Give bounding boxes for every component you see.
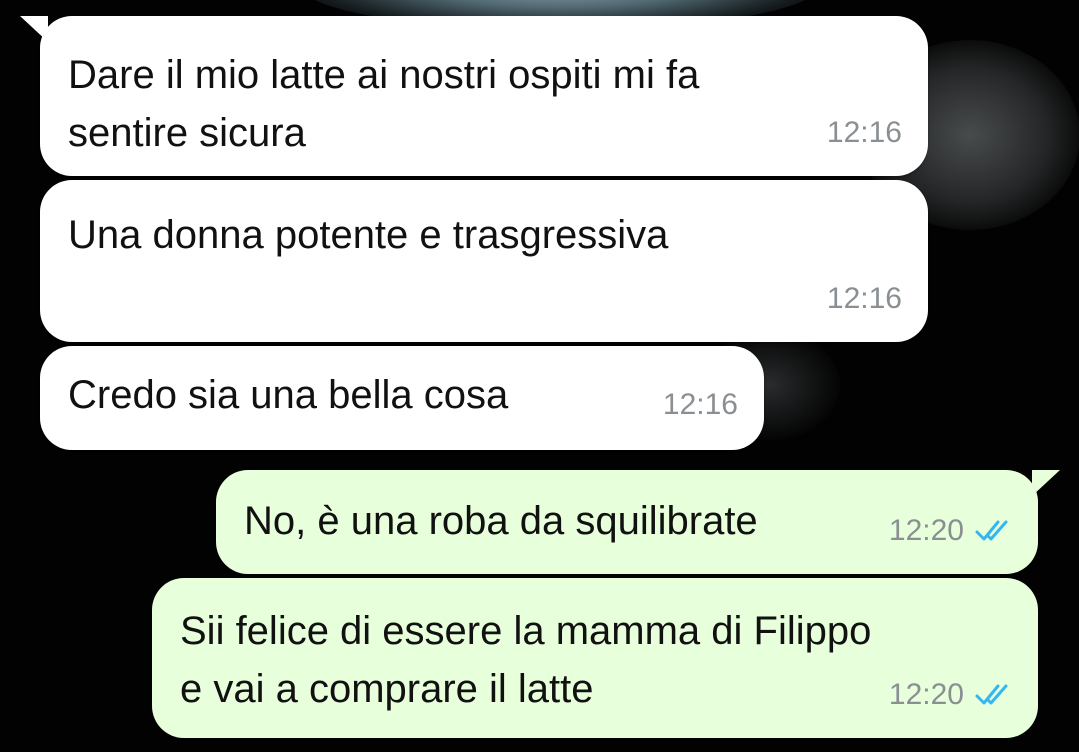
message-text: Sii felice di essere la mamma di Filippo… bbox=[180, 609, 872, 711]
incoming-message-bubble[interactable]: Dare il mio latte ai nostri ospiti mi fa… bbox=[40, 16, 928, 176]
message-text: Una donna potente e trasgressiva bbox=[68, 213, 669, 257]
message-timestamp: 12:16 bbox=[826, 282, 902, 315]
message-timestamp: 12:16 bbox=[826, 116, 902, 149]
double-check-icon bbox=[974, 682, 1012, 708]
message-timestamp: 12:20 bbox=[888, 678, 964, 711]
outgoing-message-bubble[interactable]: Sii felice di essere la mamma di Filippo… bbox=[152, 578, 1038, 738]
incoming-message-bubble[interactable]: Una donna potente e trasgressiva 12:16 bbox=[40, 180, 928, 342]
message-meta: 12:16 bbox=[827, 270, 902, 328]
message-text: Credo sia una bella cosa bbox=[68, 373, 509, 417]
message-meta: 12:20 bbox=[889, 666, 1012, 724]
message-timestamp: 12:20 bbox=[888, 514, 964, 547]
message-timestamp: 12:16 bbox=[662, 388, 738, 421]
message-text: Dare il mio latte ai nostri ospiti mi fa… bbox=[68, 53, 700, 155]
outgoing-message-bubble[interactable]: No, è una roba da squilibrate 12:20 bbox=[216, 470, 1038, 574]
message-meta: 12:16 bbox=[827, 104, 902, 162]
message-text: No, è una roba da squilibrate bbox=[244, 499, 758, 543]
message-meta: 12:16 bbox=[663, 376, 738, 434]
double-check-icon bbox=[974, 518, 1012, 544]
message-meta: 12:20 bbox=[889, 502, 1012, 560]
incoming-message-bubble[interactable]: Credo sia una bella cosa 12:16 bbox=[40, 346, 764, 450]
